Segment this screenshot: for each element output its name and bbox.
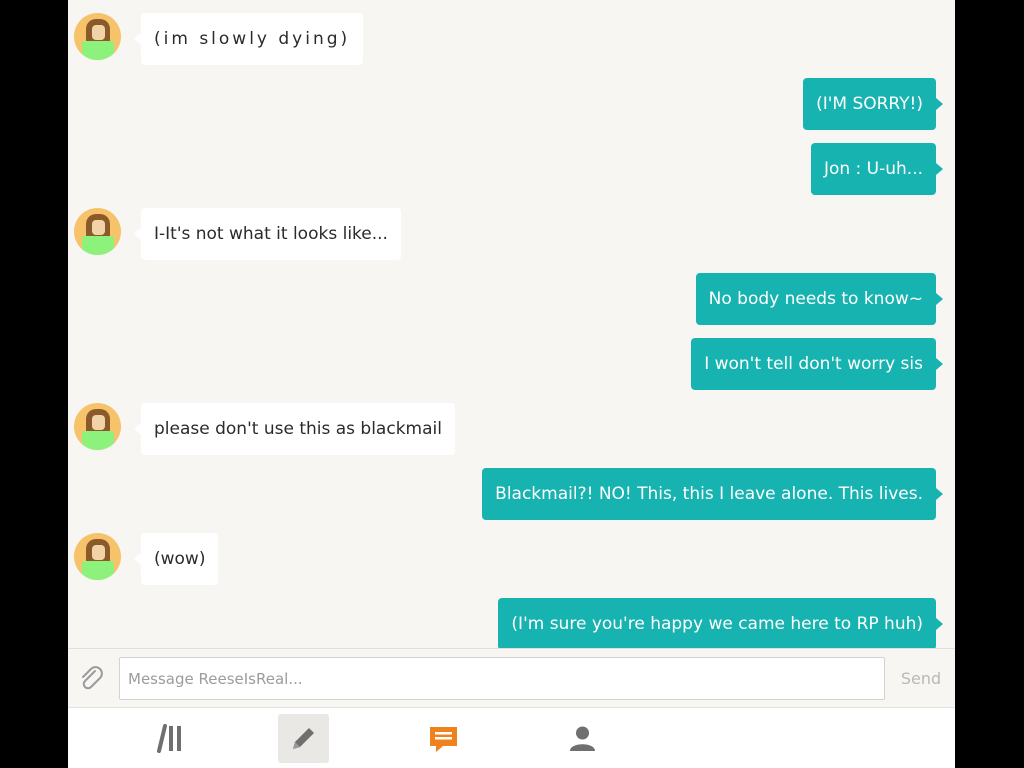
message-incoming: (im slowly dying)	[68, 13, 955, 65]
message-outgoing: I won't tell don't worry sis	[691, 338, 943, 390]
avatar[interactable]	[74, 208, 121, 255]
send-button[interactable]: Send	[893, 657, 949, 700]
tab-write[interactable]	[278, 714, 329, 763]
message-bubble[interactable]: Blackmail?! NO! This, this I leave alone…	[482, 468, 943, 520]
bottom-tab-bar	[68, 707, 955, 768]
message-outgoing: (I'M SORRY!)	[803, 78, 943, 130]
message-bubble[interactable]: (wow)	[133, 533, 219, 585]
library-icon	[157, 724, 181, 753]
tab-profile[interactable]	[557, 714, 608, 763]
chat-app: (im slowly dying) (I'M SORRY!) Jon : U-u…	[68, 0, 955, 768]
profile-icon	[570, 726, 595, 751]
message-incoming: I-It's not what it looks like...	[68, 208, 955, 260]
message-outgoing: Jon : U-uh...	[808, 143, 944, 195]
chat-icon	[430, 727, 457, 752]
message-bubble[interactable]: Jon : U-uh...	[810, 143, 944, 195]
message-bubble[interactable]: please don't use this as blackmail	[134, 403, 455, 455]
message-input[interactable]	[119, 657, 885, 700]
message-list[interactable]: (im slowly dying) (I'M SORRY!) Jon : U-u…	[68, 0, 955, 650]
message-outgoing: (I'm sure you're happy we came here to R…	[498, 598, 943, 650]
paperclip-icon[interactable]	[76, 663, 106, 693]
avatar[interactable]	[74, 13, 121, 60]
message-bubble[interactable]: No body needs to know~	[695, 273, 944, 325]
tab-chat[interactable]	[418, 714, 469, 763]
message-bubble[interactable]: I-It's not what it looks like...	[134, 208, 401, 260]
message-bubble[interactable]: (I'm sure you're happy we came here to R…	[498, 598, 943, 650]
composer-bar: Send	[68, 648, 955, 707]
avatar[interactable]	[74, 533, 121, 580]
message-incoming: (wow)	[68, 533, 955, 585]
message-outgoing: Blackmail?! NO! This, this I leave alone…	[482, 468, 943, 520]
avatar[interactable]	[74, 403, 121, 450]
message-bubble[interactable]: (im slowly dying)	[133, 13, 364, 65]
tab-library[interactable]	[146, 714, 197, 763]
message-bubble[interactable]: (I'M SORRY!)	[803, 78, 943, 130]
pencil-icon	[293, 728, 314, 749]
message-bubble[interactable]: I won't tell don't worry sis	[691, 338, 943, 390]
message-outgoing: No body needs to know~	[695, 273, 944, 325]
message-incoming: please don't use this as blackmail	[68, 403, 955, 455]
